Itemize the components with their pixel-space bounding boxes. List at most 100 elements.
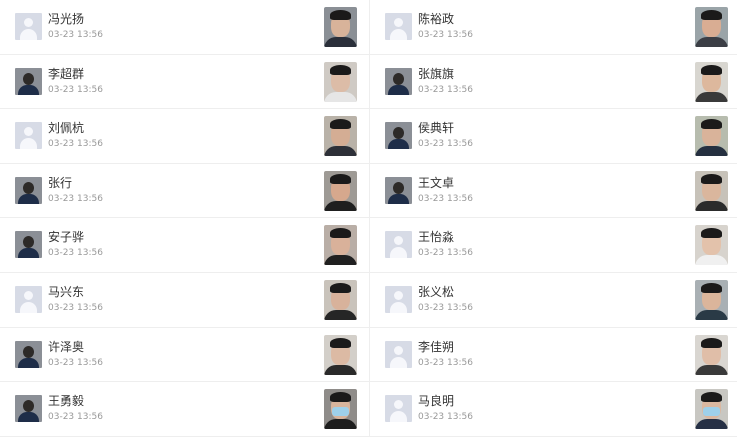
- attendance-item[interactable]: 李超群 03-23 13:56: [0, 54, 370, 110]
- selfie-photo[interactable]: [324, 170, 357, 211]
- checkin-time: 03-23 13:56: [418, 248, 473, 259]
- checkin-time: 03-23 13:56: [48, 84, 103, 95]
- selfie-photo[interactable]: [695, 170, 728, 211]
- selfie-photo[interactable]: [324, 225, 357, 266]
- attendance-item[interactable]: 刘佩杭 03-23 13:56: [0, 109, 370, 164]
- avatar-body: [18, 84, 39, 95]
- photo-avatar-icon[interactable]: [15, 176, 42, 204]
- user-name: 张旗旗: [418, 66, 455, 81]
- default-avatar-icon[interactable]: [15, 285, 42, 313]
- selfie-shirt: [324, 146, 357, 157]
- selfie-photo[interactable]: [695, 225, 728, 266]
- selfie-photo[interactable]: [695, 61, 728, 102]
- attendance-item[interactable]: 侯典轩 03-23 13:56: [370, 109, 737, 164]
- selfie-shirt: [324, 419, 357, 430]
- selfie-photo[interactable]: [695, 116, 728, 157]
- selfie-hair: [701, 173, 722, 184]
- selfie-photo[interactable]: [695, 279, 728, 320]
- user-name: 王文卓: [418, 175, 455, 190]
- selfie-shirt: [695, 364, 728, 375]
- selfie-shirt: [324, 91, 357, 102]
- avatar-head: [23, 236, 34, 249]
- selfie-hair: [701, 10, 722, 20]
- selfie-hair: [330, 64, 351, 75]
- selfie-photo[interactable]: [324, 334, 357, 375]
- selfie-hair: [330, 282, 351, 293]
- avatar-body: [388, 84, 409, 95]
- default-avatar-icon[interactable]: [15, 122, 42, 150]
- selfie-photo[interactable]: [324, 116, 357, 157]
- photo-avatar-icon[interactable]: [15, 67, 42, 95]
- avatar-head: [393, 72, 404, 85]
- checkin-time: 03-23 13:56: [48, 139, 103, 150]
- selfie-shirt: [324, 364, 357, 375]
- selfie-photo[interactable]: [324, 7, 357, 47]
- selfie-photo[interactable]: [695, 7, 728, 47]
- photo-avatar-icon[interactable]: [15, 231, 42, 259]
- attendance-item[interactable]: 张义松 03-23 13:56: [370, 273, 737, 328]
- attendance-item[interactable]: 张旗旗 03-23 13:56: [370, 55, 737, 110]
- selfie-shirt: [695, 91, 728, 102]
- default-avatar-icon[interactable]: [385, 13, 412, 40]
- selfie-shirt: [695, 37, 728, 47]
- attendance-item[interactable]: 张行 03-23 13:56: [0, 163, 370, 219]
- anime-avatar-icon[interactable]: [15, 395, 42, 423]
- attendance-item[interactable]: 冯光扬 03-23 13:56: [0, 0, 370, 55]
- avatar-body: [18, 357, 39, 368]
- selfie-photo[interactable]: [695, 334, 728, 375]
- default-avatar-icon[interactable]: [385, 285, 412, 313]
- avatar-body: [388, 193, 409, 204]
- default-avatar-icon[interactable]: [385, 340, 412, 368]
- selfie-photo[interactable]: [324, 389, 357, 430]
- selfie-hair: [701, 282, 722, 293]
- attendance-item[interactable]: 许泽奥 03-23 13:56: [0, 327, 370, 383]
- attendance-item[interactable]: 李佳朔 03-23 13:56: [370, 328, 737, 383]
- user-name: 马兴东: [48, 284, 85, 299]
- face-mask: [703, 407, 720, 417]
- selfie-photo[interactable]: [324, 61, 357, 102]
- attendance-item[interactable]: 王文卓 03-23 13:56: [370, 164, 737, 219]
- photo-avatar-icon[interactable]: [385, 176, 412, 204]
- user-name: 王勇毅: [48, 394, 85, 409]
- default-avatar-icon[interactable]: [385, 231, 412, 259]
- checkin-time: 03-23 13:56: [48, 357, 103, 368]
- user-name: 马良明: [418, 394, 455, 409]
- avatar-body: [20, 29, 37, 40]
- avatar-head: [23, 72, 34, 85]
- avatar-head: [23, 400, 34, 413]
- avatar-body: [390, 301, 407, 313]
- selfie-shirt: [324, 200, 357, 211]
- selfie-hair: [701, 392, 722, 403]
- anime-avatar-icon[interactable]: [15, 340, 42, 368]
- checkin-time: 03-23 13:56: [418, 302, 473, 313]
- attendance-item[interactable]: 马良明 03-23 13:56: [370, 382, 737, 437]
- avatar-head: [394, 290, 403, 300]
- avatar-body: [388, 139, 409, 150]
- panda-meme-avatar-icon[interactable]: [385, 122, 412, 150]
- selfie-photo[interactable]: [695, 389, 728, 430]
- attendance-item[interactable]: 马兴东 03-23 13:56: [0, 272, 370, 328]
- checkin-time: 03-23 13:56: [418, 412, 473, 423]
- photo-avatar-icon[interactable]: [385, 67, 412, 95]
- default-avatar-icon[interactable]: [15, 13, 42, 40]
- avatar-body: [390, 29, 407, 40]
- avatar-body: [390, 247, 407, 259]
- attendance-grid: 冯光扬 03-23 13:56 陈裕政 03-23 13:56 李超群 03-23 13:…: [0, 0, 737, 439]
- attendance-item[interactable]: 陈裕政 03-23 13:56: [370, 0, 737, 55]
- checkin-time: 03-23 13:56: [48, 193, 103, 204]
- avatar-head: [23, 181, 34, 194]
- default-avatar-icon[interactable]: [385, 395, 412, 423]
- checkin-time: 03-23 13:56: [48, 30, 103, 40]
- selfie-photo[interactable]: [324, 279, 357, 320]
- user-name: 张行: [48, 175, 73, 190]
- avatar-head: [24, 290, 33, 300]
- selfie-shirt: [324, 309, 357, 320]
- user-name: 冯光扬: [48, 12, 85, 26]
- attendance-item[interactable]: 王怡淼 03-23 13:56: [370, 218, 737, 273]
- attendance-item[interactable]: 安子骅 03-23 13:56: [0, 218, 370, 273]
- selfie-hair: [701, 64, 722, 75]
- user-name: 李佳朔: [418, 339, 455, 354]
- attendance-item[interactable]: 王勇毅 03-23 13:56: [0, 382, 370, 437]
- selfie-shirt: [695, 200, 728, 211]
- selfie-hair: [330, 228, 351, 239]
